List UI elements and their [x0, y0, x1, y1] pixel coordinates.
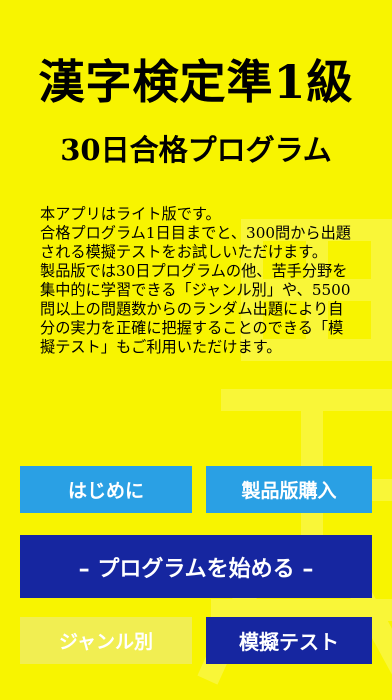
mock-test-button[interactable]: 模擬テスト — [206, 617, 372, 664]
purchase-button-label: 製品版購入 — [241, 480, 337, 502]
app-subtitle: 30日合格プログラム — [60, 133, 332, 167]
intro-button[interactable]: はじめに — [20, 466, 192, 513]
start-program-button[interactable]: – プログラムを始める – — [20, 535, 372, 598]
app-description: 本アプリはライト版です。 合格プログラム1日目までと、300問から出題される模擬… — [40, 205, 351, 356]
start-program-button-label: – プログラムを始める – — [78, 556, 314, 582]
purchase-button[interactable]: 製品版購入 — [206, 466, 372, 513]
intro-button-label: はじめに — [67, 480, 144, 502]
app-title: 漢字検定準1級 — [38, 55, 354, 109]
genre-button: ジャンル別 — [20, 617, 192, 664]
mock-test-button-label: 模擬テスト — [239, 630, 339, 654]
genre-button-label: ジャンル別 — [58, 631, 154, 653]
